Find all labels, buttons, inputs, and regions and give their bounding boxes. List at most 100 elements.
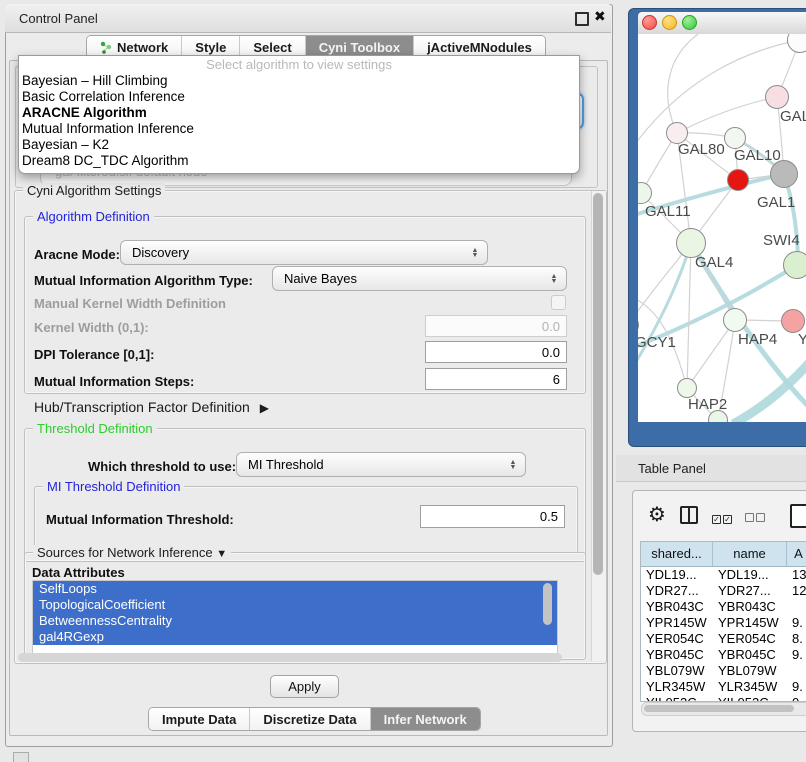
- algorithm-option-dream8-dc-tdc-algorithm[interactable]: Dream8 DC_TDC Algorithm: [19, 153, 579, 169]
- mi-steps-label: Mutual Information Steps:: [34, 374, 194, 389]
- close-traffic-icon[interactable]: [642, 15, 657, 30]
- network-node-gal1[interactable]: [727, 169, 749, 191]
- mi-threshold-label: Mutual Information Threshold:: [46, 512, 234, 527]
- sources-title[interactable]: Sources for Network Inference ▼: [33, 545, 231, 560]
- manual-kernel-checkbox[interactable]: [551, 295, 566, 310]
- tab-impute-data[interactable]: Impute Data: [149, 708, 250, 730]
- table-row[interactable]: YBR043CYBR043C: [641, 599, 806, 615]
- node-label-swi4: SWI4: [763, 232, 800, 249]
- table-row[interactable]: YDL19...YDL19...13: [641, 567, 806, 583]
- node-label-y: Y: [798, 331, 806, 348]
- which-threshold-label: Which threshold to use:: [88, 459, 236, 474]
- table-cell: YBR043C: [641, 599, 713, 615]
- maximize-traffic-icon[interactable]: [682, 15, 697, 30]
- table-cell: YIL052C: [713, 695, 787, 702]
- table-cell: YBL079W: [641, 663, 713, 679]
- settings-scrollbar-thumb[interactable]: [593, 193, 603, 575]
- node-label-hap4: HAP4: [738, 331, 777, 348]
- table-row[interactable]: YIL052CYIL052C0.: [641, 695, 806, 702]
- table-hscrollbar-track[interactable]: [641, 702, 806, 716]
- gear-icon[interactable]: ⚙: [648, 505, 666, 525]
- algorithm-option-bayesian-k2[interactable]: Bayesian – K2: [19, 137, 579, 153]
- attribute-item-selfloops[interactable]: SelfLoops: [33, 581, 557, 597]
- table-cell: YBL079W: [713, 663, 787, 679]
- apply-button[interactable]: Apply: [270, 675, 339, 698]
- node-label-gal: GAL: [780, 108, 806, 125]
- algorithm-definition-title: Algorithm Definition: [33, 209, 154, 224]
- algorithm-option-basic-correlation-inference[interactable]: Basic Correlation Inference: [19, 89, 579, 105]
- split-columns-icon[interactable]: [680, 506, 698, 524]
- table-row[interactable]: YBL079WYBL079W: [641, 663, 806, 679]
- table-cell: 9.: [787, 615, 806, 631]
- network-node-gal10[interactable]: [724, 127, 746, 149]
- algorithm-option-bayesian-hill-climbing[interactable]: Bayesian – Hill Climbing: [19, 73, 579, 89]
- column-header-a[interactable]: A: [787, 542, 806, 566]
- mi-threshold-field[interactable]: 0.5: [420, 505, 565, 528]
- close-icon[interactable]: ✖: [594, 8, 606, 25]
- table-cell: 0.: [787, 695, 806, 702]
- table-cell: 13: [787, 567, 806, 583]
- network-node[interactable]: [770, 160, 798, 188]
- table-row[interactable]: YPR145WYPR145W9.: [641, 615, 806, 631]
- table-row[interactable]: YLR345WYLR345W9.: [641, 679, 806, 695]
- data-attributes-list[interactable]: SelfLoopsTopologicalCoefficientBetweenne…: [32, 580, 558, 654]
- node-label-gal11: GAL11: [645, 203, 691, 220]
- select-all-columns-icon[interactable]: ✓✓: [712, 510, 732, 525]
- chevron-updown-icon: ▲▼: [546, 274, 566, 284]
- table-cell: YPR145W: [641, 615, 713, 631]
- mi-steps-field[interactable]: 6: [425, 368, 567, 390]
- tab-jactivemnodules-label: jActiveMNodules: [427, 40, 532, 55]
- collapsed-panel-icon[interactable]: [13, 752, 29, 762]
- algorithm-option-mutual-information-inference[interactable]: Mutual Information Inference: [19, 121, 579, 137]
- network-node-hap4[interactable]: [723, 308, 747, 332]
- aracne-mode-combo[interactable]: Discovery ▲▼: [120, 240, 488, 265]
- table-cell: YDL19...: [641, 567, 713, 583]
- mi-type-value: Naive Bayes: [273, 271, 546, 286]
- settings-hscrollbar-thumb[interactable]: [18, 653, 562, 662]
- network-node-swi4[interactable]: [783, 251, 806, 279]
- network-canvas[interactable]: GALGAL80GAL10GAL1GAL11SWI4GAL4GCY1HAP4YH…: [638, 34, 806, 422]
- attribute-item-betweennesscentrality[interactable]: BetweennessCentrality: [33, 613, 557, 629]
- chevron-right-icon: ▶: [254, 401, 269, 415]
- minimize-traffic-icon[interactable]: [662, 15, 677, 30]
- mi-type-combo[interactable]: Naive Bayes ▲▼: [272, 266, 567, 291]
- table-row[interactable]: YER054CYER054C8.: [641, 631, 806, 647]
- attributes-scrollbar-thumb[interactable]: [543, 583, 552, 625]
- table-hscrollbar-thumb[interactable]: [644, 705, 794, 712]
- column-header-shared[interactable]: shared...: [641, 542, 713, 566]
- unselect-all-columns-icon[interactable]: [745, 510, 765, 525]
- node-label-gal80: GAL80: [678, 141, 725, 158]
- table-cell: YDR27...: [641, 583, 713, 599]
- network-node-gal[interactable]: [765, 85, 789, 109]
- which-threshold-combo[interactable]: MI Threshold ▲▼: [236, 452, 526, 477]
- kernel-width-label: Kernel Width (0,1):: [34, 320, 149, 335]
- table-row[interactable]: YBR045CYBR045C9.: [641, 647, 806, 663]
- node-label-gal10: GAL10: [734, 147, 781, 164]
- table-cell: YLR345W: [713, 679, 787, 695]
- network-node-hap2[interactable]: [677, 378, 697, 398]
- table-cell: [787, 663, 806, 679]
- column-header-name[interactable]: name: [713, 542, 787, 566]
- new-table-icon[interactable]: [790, 504, 806, 528]
- float-window-icon[interactable]: [575, 12, 589, 26]
- table-row[interactable]: YDR27...YDR27...12: [641, 583, 806, 599]
- table-cell: YBR045C: [713, 647, 787, 663]
- mi-type-label: Mutual Information Algorithm Type:: [34, 273, 253, 288]
- dpi-tolerance-label: DPI Tolerance [0,1]:: [34, 347, 154, 362]
- attribute-item-gal4rgexp[interactable]: gal4RGexp: [33, 629, 557, 645]
- attribute-item-topologicalcoefficient[interactable]: TopologicalCoefficient: [33, 597, 557, 613]
- tab-infer-network[interactable]: Infer Network: [371, 708, 480, 730]
- algorithm-option-aracne-algorithm[interactable]: ARACNE Algorithm: [19, 105, 579, 121]
- table-panel-title: Table Panel: [638, 461, 706, 476]
- network-node-y[interactable]: [781, 309, 805, 333]
- node-label-gcy1: GCY1: [638, 334, 676, 351]
- table-cell: [787, 599, 806, 615]
- dpi-tolerance-field[interactable]: 0.0: [425, 341, 567, 363]
- tab-discretize-data[interactable]: Discretize Data: [250, 708, 370, 730]
- chevron-updown-icon: ▲▼: [467, 248, 487, 258]
- control-panel-title: Control Panel: [19, 11, 98, 26]
- kernel-width-field: 0.0: [425, 315, 567, 337]
- screen: Control Panel ✖ NetworkStyleSelectCyni T…: [0, 0, 806, 762]
- cyni-bottom-tabbar: Impute DataDiscretize DataInfer Network: [148, 707, 481, 731]
- hub-definition-toggle[interactable]: Hub/Transcription Factor Definition ▶: [34, 399, 269, 415]
